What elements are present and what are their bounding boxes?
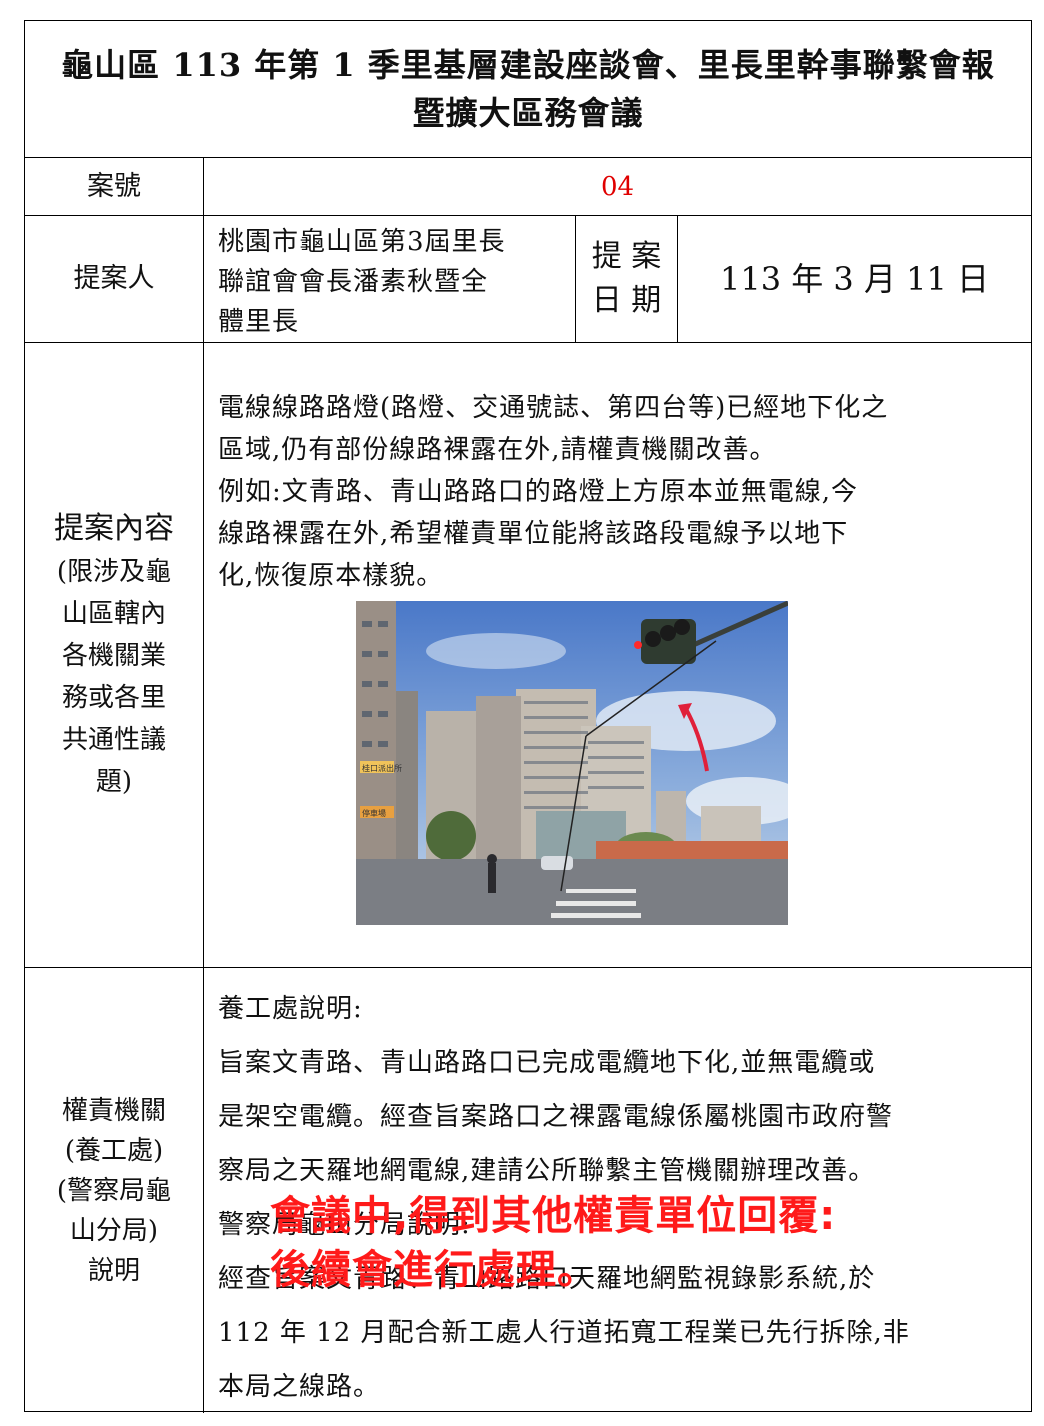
title-line-2: 暨擴大區務會議 (412, 94, 644, 132)
content-para1-line-2: 區域,仍有部份線路裸露在外,請權責機關改善。 (218, 435, 777, 465)
content-label-sub-1: (限涉及龜 (56, 557, 172, 587)
authority-line-1: 養工處說明: (218, 994, 363, 1024)
document-title: 龜山區 113 年第 1 季里基層建設座談會、里長里幹事聯繫會報 暨擴大區務會議 (25, 21, 1031, 158)
case-number-row: 案號 04 (25, 158, 1031, 216)
date-label: 提 案 日 期 (575, 216, 677, 342)
case-number-value: 04 (203, 158, 1031, 215)
authority-label-line-3: (警察局龜 (56, 1175, 172, 1206)
proposer-name: 桃園市龜山區第3屆里長 聯誼會會長潘素秋暨全 體里長 (203, 216, 575, 342)
authority-line-8: 本局之線路。 (218, 1372, 381, 1402)
authority-line-3: 是架空電纜。經查旨案路口之裸露電線係屬桃園市政府警 (218, 1102, 894, 1132)
case-number-label: 案號 (87, 170, 141, 202)
authority-label-line-2: (養工處) (64, 1135, 164, 1166)
proposer-line-1: 桃園市龜山區第3屆里長 (218, 227, 506, 257)
authority-label-line-5: 說明 (87, 1255, 140, 1286)
authority-label: 權責機關 (養工處) (警察局龜 山分局) 說明 (25, 968, 203, 1413)
date-label-line-2: 日 期 (591, 283, 662, 318)
content-label-sub-5: 共通性議 (61, 725, 166, 755)
photo-sign-2: 停車場 (362, 808, 386, 818)
content-label-sub-6: 題) (95, 767, 133, 797)
content-para1-line-1: 電線線路路燈(路燈、交通號誌、第四台等)已經地下化之 (218, 393, 889, 423)
proposer-line-2: 聯誼會會長潘素秋暨全 (218, 267, 489, 297)
date-value: 113 年 3 月 11 日 (677, 216, 1031, 342)
content-label-sub-3: 各機關業 (61, 641, 166, 671)
proposer-row: 提案人 桃園市龜山區第3屆里長 聯誼會會長潘素秋暨全 體里長 提 案 日 期 1… (25, 216, 1031, 343)
photo-sign-1: 桂口派出所 (362, 763, 402, 773)
content-label-sub-4: 務或各里 (61, 683, 166, 713)
authority-line-7: 112 年 12 月配合新工處人行道拓寬工程業已先行拆除,非 (218, 1318, 910, 1348)
content-label-main: 提案內容 (54, 511, 174, 546)
content-label: 提案內容 (限涉及龜 山區轄內 各機關業 務或各里 共通性議 題) (25, 343, 203, 967)
content-para2-line-3: 化,恢復原本樣貌。 (218, 561, 444, 591)
street-photo: 桂口派出所 停車場 (356, 601, 788, 925)
authority-line-2: 旨案文青路、青山路路口已完成電纜地下化,並無電纜或 (218, 1048, 876, 1078)
title-line-1: 龜山區 113 年第 1 季里基層建設座談會、里長里幹事聯繫會報 (61, 46, 995, 84)
meeting-note-overlay: 會議中,得到其他權責單位回覆: 後續會進行處理。 (270, 1189, 836, 1297)
proposer-label: 提案人 (73, 263, 155, 294)
meeting-note-line-2: 後續會進行處理。 (270, 1247, 598, 1293)
document-table: 龜山區 113 年第 1 季里基層建設座談會、里長里幹事聯繫會報 暨擴大區務會議… (24, 20, 1032, 1413)
proposer-line-3: 體里長 (218, 307, 300, 337)
meeting-note-line-1: 會議中,得到其他權責單位回覆: (270, 1193, 837, 1239)
content-para2-line-1: 例如:文青路、青山路路口的路燈上方原本並無電線,今 (218, 477, 859, 507)
authority-label-line-4: 山分局) (69, 1215, 159, 1246)
content-label-sub-2: 山區轄內 (61, 599, 166, 629)
authority-label-line-1: 權責機關 (61, 1095, 166, 1126)
date-label-line-1: 提 案 (591, 239, 662, 274)
content-para2-line-2: 線路裸露在外,希望權責單位能將該路段電線予以地下 (218, 519, 849, 549)
